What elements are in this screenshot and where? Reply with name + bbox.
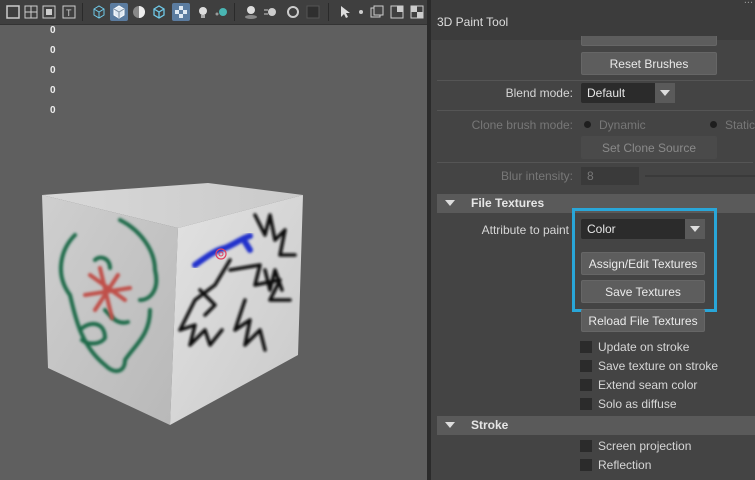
- blur-intensity-slider[interactable]: [645, 175, 755, 177]
- checkbox-box: [580, 360, 592, 372]
- attribute-to-paint-label: Attribute to paint: [481, 223, 569, 237]
- radio-static-label: Static: [725, 118, 755, 132]
- solo-as-diffuse-label: Solo as diffuse: [598, 397, 677, 411]
- reflection-checkbox[interactable]: Reflection: [580, 457, 651, 473]
- checkbox-box: [580, 398, 592, 410]
- reload-file-textures-button[interactable]: Reload File Textures: [581, 309, 705, 332]
- title-fragment: ...: [743, 0, 753, 6]
- blend-mode-label: Blend mode:: [505, 86, 573, 100]
- stroke-title: Stroke: [471, 418, 509, 432]
- update-on-stroke-checkbox[interactable]: Update on stroke: [580, 339, 689, 355]
- file-textures-title: File Textures: [471, 196, 545, 210]
- blur-intensity-label: Blur intensity:: [500, 169, 573, 183]
- stroke-section-header[interactable]: Stroke: [437, 416, 755, 435]
- separator: [437, 80, 753, 81]
- clone-brush-mode-label: Clone brush mode:: [471, 118, 573, 132]
- save-texture-on-stroke-checkbox[interactable]: Save texture on stroke: [580, 358, 718, 374]
- collapse-arrow-icon: [445, 422, 455, 428]
- reflection-label: Reflection: [598, 458, 652, 472]
- 3d-viewport[interactable]: T 0 0 0 0 0: [0, 0, 427, 480]
- solo-as-diffuse-checkbox[interactable]: Solo as diffuse: [580, 396, 677, 412]
- set-clone-source-button[interactable]: Set Clone Source: [581, 136, 717, 159]
- blend-mode-dropdown[interactable]: Default: [581, 83, 675, 103]
- extend-seam-color-checkbox[interactable]: Extend seam color: [580, 377, 697, 393]
- highlight-box: [572, 208, 717, 312]
- screen-projection-label: Screen projection: [598, 439, 692, 453]
- chevron-down-icon: [655, 83, 675, 103]
- panel-header: 3D Paint Tool ...: [431, 0, 755, 40]
- update-on-stroke-label: Update on stroke: [598, 340, 690, 354]
- radio-static[interactable]: [710, 121, 717, 128]
- save-texture-on-stroke-label: Save texture on stroke: [598, 359, 719, 373]
- previous-button[interactable]: [581, 36, 717, 46]
- checkbox-box: [580, 440, 592, 452]
- extend-seam-color-label: Extend seam color: [598, 378, 698, 392]
- reset-brushes-button[interactable]: Reset Brushes: [581, 52, 717, 75]
- blend-mode-value: Default: [587, 86, 626, 100]
- checkbox-box: [580, 459, 592, 471]
- checkbox-box: [580, 341, 592, 353]
- screen-projection-checkbox[interactable]: Screen projection: [580, 438, 691, 454]
- blur-intensity-field[interactable]: 8: [581, 167, 639, 185]
- checkbox-box: [580, 379, 592, 391]
- separator: [437, 162, 753, 163]
- separator: [437, 110, 753, 111]
- collapse-arrow-icon: [445, 200, 455, 206]
- tool-settings-panel: 3D Paint Tool ... Reset Brushes Blend mo…: [431, 0, 755, 480]
- radio-dynamic-label: Dynamic: [599, 118, 646, 132]
- painted-cube[interactable]: [0, 0, 427, 480]
- panel-title: 3D Paint Tool: [437, 15, 509, 29]
- radio-dynamic[interactable]: [584, 121, 591, 128]
